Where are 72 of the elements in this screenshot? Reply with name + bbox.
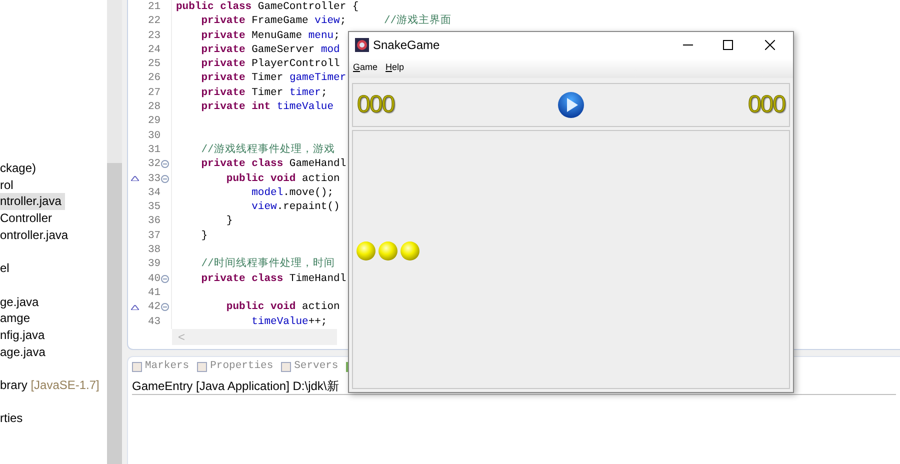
line-number: 36 xyxy=(147,214,161,229)
line-number: 26 xyxy=(147,71,161,86)
code-line: //时间线程事件处理，时间 xyxy=(200,258,335,270)
code-line: private class TimeHandl xyxy=(200,272,346,285)
tree-item[interactable]: brary [JavaSE-1.7] xyxy=(0,376,104,394)
tree-item[interactable]: ontroller.java xyxy=(0,226,72,244)
fold-icon[interactable] xyxy=(160,160,169,168)
line-number: 25 xyxy=(147,57,161,72)
tree-item[interactable]: age.java xyxy=(0,344,50,360)
line-number: 30 xyxy=(147,128,161,143)
left-score: 000 xyxy=(357,90,394,120)
code-line: private Timer timer; xyxy=(200,86,328,99)
line-number: 39 xyxy=(147,257,161,272)
line-number: 23 xyxy=(147,28,161,43)
tree-item[interactable]: Controller xyxy=(0,210,56,227)
tree-item[interactable]: rol xyxy=(0,176,18,194)
line-number: 41 xyxy=(147,286,161,300)
line-number: 33 xyxy=(147,172,161,186)
scrollbar[interactable] xyxy=(107,0,122,464)
tree-item[interactable]: ckage) xyxy=(0,160,40,177)
code-line: private Timer gameTimer xyxy=(200,72,346,84)
code-line: public class GameController { xyxy=(176,1,359,13)
code-line: } xyxy=(225,215,233,228)
play-icon[interactable] xyxy=(557,91,585,119)
line-number: 31 xyxy=(147,142,161,158)
line-number: 37 xyxy=(147,228,161,244)
code-line: view.repaint() xyxy=(250,201,340,214)
line-number: 22 xyxy=(147,14,161,29)
fold-icon[interactable] xyxy=(160,274,169,283)
line-number: 27 xyxy=(147,86,161,100)
snake-segment-icon xyxy=(356,241,376,261)
window-title: SnakeGame xyxy=(373,37,440,54)
code-line: public void action xyxy=(225,301,340,314)
line-number: 28 xyxy=(147,100,161,114)
tree-item[interactable]: rties xyxy=(0,410,27,427)
line-number: 42 xyxy=(147,300,161,315)
snake-segment-icon xyxy=(400,241,420,261)
maximize-icon[interactable] xyxy=(723,40,733,50)
line-number: 43 xyxy=(147,314,161,329)
fold-icon[interactable] xyxy=(160,174,169,183)
app-icon xyxy=(355,38,369,52)
code-line: private PlayerControll xyxy=(200,58,340,70)
code-line: private class GameHandl xyxy=(200,158,346,170)
code-line: private int timeValue xyxy=(200,101,334,114)
tree-item[interactable]: el xyxy=(0,260,14,277)
line-number: 38 xyxy=(147,243,161,258)
code-line: private MenuGame menu; xyxy=(200,30,340,42)
line-number: 34 xyxy=(147,186,161,200)
line-number: 21 xyxy=(147,0,161,14)
fold-icon[interactable] xyxy=(160,303,169,312)
line-number: 29 xyxy=(147,114,161,129)
tree-item[interactable]: ge.java xyxy=(0,294,43,310)
code-line: private FrameGame view; //游戏主界面 xyxy=(200,15,452,28)
tree-item[interactable]: ntroller.java xyxy=(0,193,66,210)
line-number: 35 xyxy=(147,200,161,214)
code-line: model.move(); xyxy=(250,186,334,199)
right-score: 000 xyxy=(748,90,785,120)
scrollbar-thumb[interactable] xyxy=(107,163,122,464)
code-line: public void action xyxy=(225,172,340,185)
snake-segment-icon xyxy=(378,241,398,261)
line-number: 24 xyxy=(147,42,161,58)
tree-item[interactable]: amge xyxy=(0,310,34,327)
line-number: 40 xyxy=(147,272,161,286)
code-line: //游戏线程事件处理，游戏 xyxy=(200,144,335,156)
tree-item[interactable]: nfig.java xyxy=(0,326,49,344)
code-line: timeValue++; xyxy=(250,316,328,328)
close-icon[interactable] xyxy=(765,40,775,50)
line-number: 32 xyxy=(147,157,161,172)
menu-item[interactable]: Game xyxy=(353,61,378,75)
code-line: private GameServer mod xyxy=(200,44,340,56)
menu-item[interactable]: Help xyxy=(386,61,404,75)
code-line: } xyxy=(200,230,208,242)
